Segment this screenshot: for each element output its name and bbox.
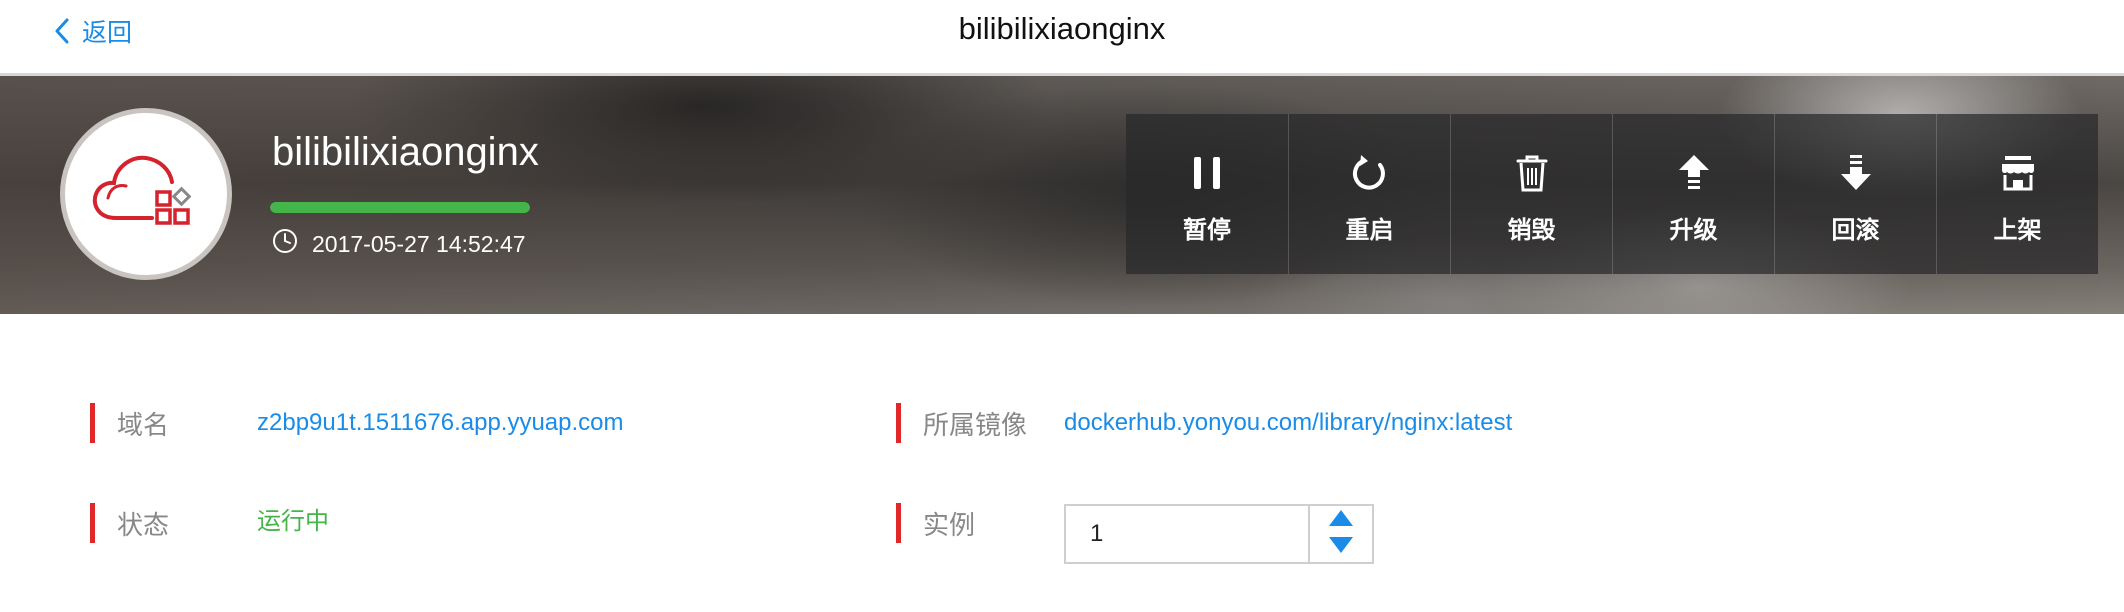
app-name: bilibilixiaonginx (272, 130, 539, 174)
instances-field: 实例 (896, 503, 975, 543)
restart-label: 重启 (1345, 217, 1394, 244)
pause-icon (1190, 144, 1224, 202)
field-marker (90, 403, 95, 443)
rollback-label: 回滚 (1831, 217, 1880, 244)
page-title: bilibilixiaonginx (958, 11, 1166, 46)
store-icon (1998, 144, 2038, 202)
publish-button[interactable]: 上架 (1936, 114, 2098, 274)
stepper-arrows (1308, 506, 1372, 562)
field-marker (896, 403, 901, 443)
domain-label: 域名 (117, 409, 170, 440)
clock-icon (272, 228, 298, 260)
field-marker (896, 503, 901, 543)
restart-icon (1350, 144, 1390, 202)
status-label: 状态 (117, 509, 170, 540)
field-marker (90, 503, 95, 543)
destroy-button[interactable]: 销毁 (1450, 114, 1612, 274)
action-toolbar: 暂停 重启 销毁 升级 回滚 上架 (1126, 114, 2098, 274)
increment-arrow-icon[interactable] (1328, 509, 1354, 532)
app-header-banner: bilibilixiaonginx 2017-05-27 14:52:47 暂停… (0, 76, 2124, 314)
upgrade-icon (1677, 144, 1711, 202)
status-field: 状态 (90, 503, 169, 543)
status-value: 运行中 (257, 508, 329, 535)
instances-label: 实例 (923, 509, 976, 540)
upgrade-label: 升级 (1669, 217, 1718, 244)
instances-stepper (1064, 504, 1374, 564)
restart-button[interactable]: 重启 (1288, 114, 1450, 274)
image-link[interactable]: dockerhub.yonyou.com/library/nginx:lates… (1064, 408, 1512, 438)
pause-label: 暂停 (1183, 217, 1231, 244)
app-logo (60, 108, 232, 280)
cloud-app-icon (86, 142, 206, 247)
rollback-icon (1839, 144, 1873, 202)
instances-input[interactable] (1066, 506, 1308, 562)
image-field: 所属镜像 (896, 403, 1027, 443)
top-nav-bar: 返回 bilibilixiaonginx (0, 0, 2124, 76)
created-time: 2017-05-27 14:52:47 (272, 228, 526, 260)
pause-button[interactable]: 暂停 (1126, 114, 1288, 274)
decrement-arrow-icon[interactable] (1328, 536, 1354, 559)
created-time-text: 2017-05-27 14:52:47 (312, 230, 526, 257)
deploy-progress-bar (270, 202, 530, 213)
domain-link[interactable]: z2bp9u1t.1511676.app.yyuap.com (257, 408, 624, 438)
destroy-label: 销毁 (1507, 217, 1556, 244)
image-label: 所属镜像 (923, 409, 1028, 440)
trash-icon (1514, 144, 1550, 202)
rollback-button[interactable]: 回滚 (1774, 114, 1936, 274)
domain-field: 域名 (90, 403, 169, 443)
progress-fill (270, 202, 530, 213)
upgrade-button[interactable]: 升级 (1612, 114, 1774, 274)
publish-label: 上架 (1993, 217, 2042, 244)
